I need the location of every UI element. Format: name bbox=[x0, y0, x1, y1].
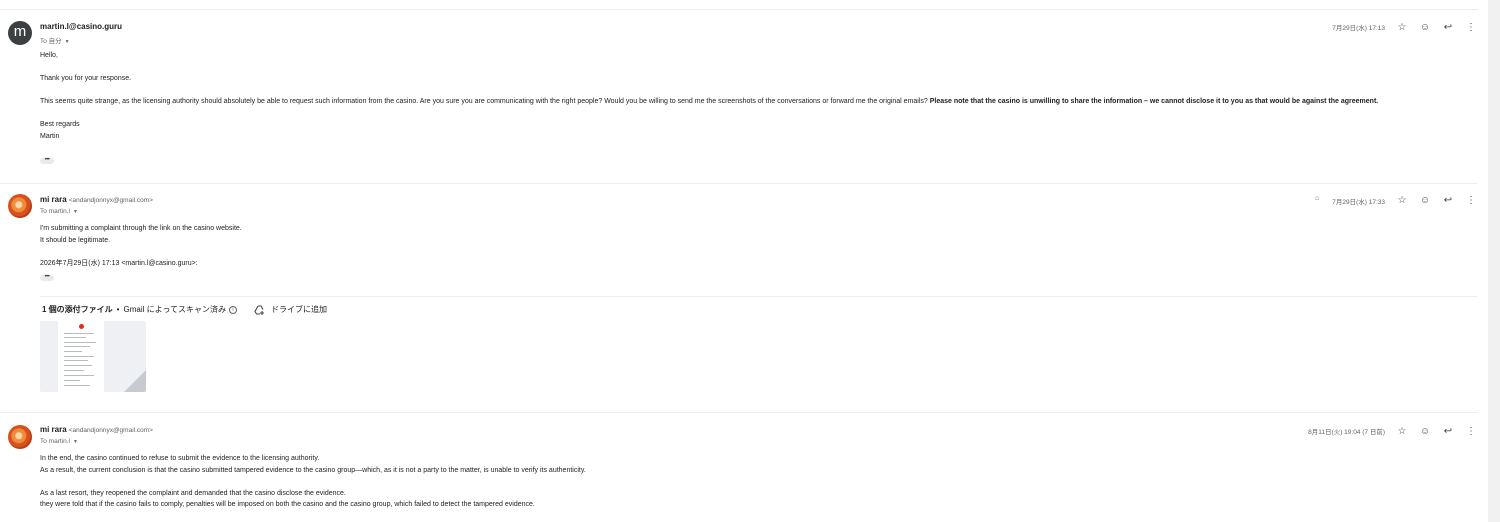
body-line: they were told that if the casino fails … bbox=[40, 501, 535, 508]
thumbnail-line bbox=[64, 342, 96, 343]
thumbnail-line bbox=[64, 380, 80, 381]
attachments-count: 1 個の添付ファイル bbox=[42, 305, 113, 314]
message-date: 7月29日(水) 17:13 bbox=[1332, 25, 1385, 32]
caret-down-icon: ▼ bbox=[72, 209, 78, 215]
more-vert-icon[interactable]: ⋮ bbox=[1464, 20, 1478, 34]
divider bbox=[0, 412, 1478, 413]
body-paragraph: This seems quite strange, as the licensi… bbox=[40, 96, 1460, 108]
label-icon[interactable]: ⌂ bbox=[1315, 195, 1319, 202]
drive-add-icon bbox=[254, 304, 264, 315]
body-line: I'm submitting a complaint through the l… bbox=[40, 225, 242, 232]
sender[interactable]: martin.l@casino.guru bbox=[40, 22, 122, 31]
thumbnail-line bbox=[64, 365, 92, 366]
info-icon[interactable]: i bbox=[228, 305, 237, 314]
add-to-drive-button[interactable]: ドライブに追加 bbox=[254, 304, 327, 315]
message-body: Hello, Thank you for your response. This… bbox=[40, 50, 1460, 142]
thumbnail-line bbox=[64, 356, 94, 357]
emoji-reaction-icon[interactable]: ☺ bbox=[1418, 424, 1432, 438]
more-vert-icon[interactable]: ⋮ bbox=[1464, 193, 1478, 207]
body-text-bold: Please note that the casino is unwilling… bbox=[929, 98, 1379, 105]
sender[interactable]: mi rara <andandjonnyx@gmail.com> bbox=[40, 195, 153, 204]
recipient-dropdown[interactable]: To martin.l ▼ bbox=[40, 438, 78, 445]
reply-icon[interactable]: ↩ bbox=[1441, 20, 1455, 34]
body-line: In the end, the casino continued to refu… bbox=[40, 455, 320, 462]
star-icon[interactable]: ☆ bbox=[1395, 193, 1409, 207]
more-vert-icon[interactable]: ⋮ bbox=[1464, 424, 1478, 438]
sender[interactable]: mi rara <andandjonnyx@gmail.com> bbox=[40, 425, 153, 434]
reply-icon[interactable]: ↩ bbox=[1441, 193, 1455, 207]
body-line: It should be legitimate. bbox=[40, 236, 111, 244]
thumbnail-line bbox=[64, 351, 82, 352]
thumbnail-line bbox=[64, 337, 86, 338]
quote-header: 2026年7月29日(水) 17:13 <martin.l@casino.gur… bbox=[40, 259, 198, 267]
recipient-dropdown[interactable]: To 自分 ▼ bbox=[40, 35, 70, 45]
scrollbar[interactable] bbox=[1488, 0, 1500, 522]
thumbnail-line bbox=[64, 385, 90, 386]
thumbnail-logo bbox=[79, 324, 84, 329]
message-body: I'm submitting a complaint through the l… bbox=[40, 223, 1460, 269]
divider bbox=[0, 183, 1478, 184]
caret-down-icon: ▼ bbox=[64, 39, 70, 45]
emoji-reaction-icon[interactable]: ☺ bbox=[1418, 193, 1432, 207]
email-thread: m martin.l@casino.guru To 自分 ▼ 7月29日(水) 1… bbox=[0, 0, 1480, 522]
emoji-reaction-icon[interactable]: ☺ bbox=[1418, 20, 1432, 34]
thumbnail-line bbox=[64, 346, 90, 347]
show-trimmed-content-button[interactable]: ••• bbox=[40, 274, 54, 281]
attachments-header: 1 個の添付ファイル • Gmail によってスキャン済み i bbox=[42, 304, 237, 315]
recipient-dropdown[interactable]: To martin.l ▼ bbox=[40, 208, 78, 215]
recipient-label: To martin.l bbox=[40, 208, 70, 215]
scan-status: Gmail によってスキャン済み bbox=[123, 305, 226, 314]
recipient-label: To 自分 bbox=[40, 38, 62, 45]
caret-down-icon: ▼ bbox=[72, 439, 78, 445]
divider bbox=[0, 9, 1478, 10]
sender-email: <andandjonnyx@gmail.com> bbox=[68, 427, 153, 434]
message-body: In the end, the casino continued to refu… bbox=[40, 453, 1460, 511]
thumbnail-line bbox=[64, 360, 88, 361]
body-line: Martin bbox=[40, 132, 60, 140]
thumbnail-fold bbox=[124, 370, 146, 392]
attachments-divider bbox=[40, 296, 1478, 297]
reply-icon[interactable]: ↩ bbox=[1441, 424, 1455, 438]
body-line: Thank you for your response. bbox=[40, 75, 132, 82]
message-date: 7月29日(水) 17:33 bbox=[1332, 199, 1385, 206]
thumbnail-page bbox=[58, 321, 104, 392]
avatar[interactable]: m bbox=[8, 21, 32, 45]
body-text-normal: This seems quite strange, as the licensi… bbox=[40, 98, 930, 105]
star-icon[interactable]: ☆ bbox=[1395, 20, 1409, 34]
avatar[interactable] bbox=[8, 194, 32, 218]
body-line: As a result, the current conclusion is t… bbox=[40, 466, 586, 474]
add-to-drive-label: ドライブに追加 bbox=[271, 305, 327, 314]
body-line: Hello, bbox=[40, 52, 58, 59]
thumbnail-line bbox=[64, 333, 94, 334]
thumbnail-line bbox=[64, 375, 94, 376]
recipient-label: To martin.l bbox=[40, 438, 70, 445]
sender-email: <andandjonnyx@gmail.com> bbox=[68, 197, 153, 204]
message-date: 8月11日(火) 19:04 (7 日前) bbox=[1308, 429, 1385, 436]
show-trimmed-content-button[interactable]: ••• bbox=[40, 157, 54, 164]
attachment-thumbnail[interactable] bbox=[40, 321, 146, 392]
sender-name: mi rara bbox=[40, 425, 67, 434]
thumbnail-line bbox=[64, 370, 84, 371]
body-line: Best regards bbox=[40, 121, 80, 128]
avatar[interactable] bbox=[8, 425, 32, 449]
sender-name: mi rara bbox=[40, 195, 67, 204]
sender-name: martin.l@casino.guru bbox=[40, 22, 123, 31]
body-line: As a last resort, they reopened the comp… bbox=[40, 489, 346, 497]
avatar-letter: m bbox=[13, 23, 27, 40]
star-icon[interactable]: ☆ bbox=[1395, 424, 1409, 438]
